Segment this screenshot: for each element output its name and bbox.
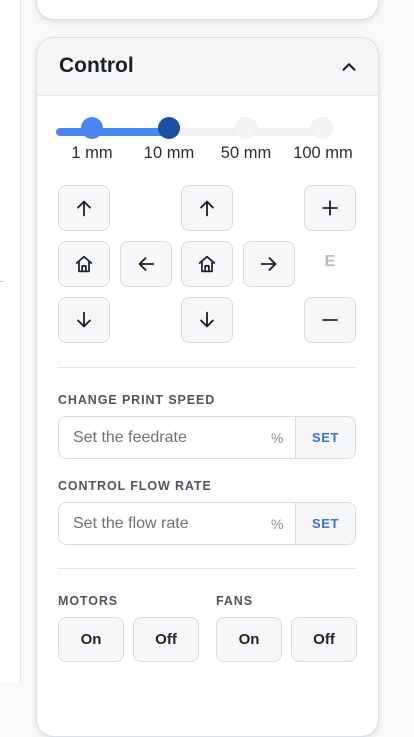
feedrate-unit: % bbox=[271, 429, 284, 446]
divider bbox=[58, 367, 356, 368]
left-rail bbox=[0, 0, 21, 683]
z-down-button[interactable] bbox=[181, 297, 233, 343]
set-flow-rate-button[interactable]: SET bbox=[295, 503, 355, 544]
fans-on-button[interactable]: On bbox=[216, 617, 282, 662]
slider-fill bbox=[56, 128, 169, 136]
print-speed-group: % SET bbox=[58, 416, 356, 459]
divider bbox=[58, 568, 356, 569]
arrow-up-icon bbox=[200, 200, 214, 217]
distance-label-50mm: 50 mm bbox=[220, 144, 272, 162]
arrow-right-icon bbox=[260, 257, 277, 271]
distance-stop-100mm[interactable] bbox=[311, 117, 333, 139]
y-up-button[interactable] bbox=[58, 185, 110, 231]
distance-label-1mm: 1 mm bbox=[71, 144, 113, 162]
arrow-down-icon bbox=[77, 311, 91, 328]
print-speed-label: CHANGE PRINT SPEED bbox=[58, 393, 216, 407]
home-icon bbox=[198, 255, 216, 273]
fans-off-button[interactable]: Off bbox=[291, 617, 357, 662]
feedrate-input[interactable] bbox=[59, 417, 271, 458]
xy-home-button[interactable] bbox=[58, 241, 110, 287]
motors-on-button[interactable]: On bbox=[58, 617, 124, 662]
extrude-minus-button[interactable] bbox=[304, 297, 356, 343]
previous-card bbox=[36, 0, 379, 20]
arrow-left-icon bbox=[138, 257, 155, 271]
x-right-button[interactable] bbox=[243, 241, 295, 287]
flow-rate-unit: % bbox=[271, 515, 284, 532]
distance-label-10mm: 10 mm bbox=[143, 144, 195, 162]
arrow-down-icon bbox=[200, 311, 214, 328]
flow-rate-label: CONTROL FLOW RATE bbox=[58, 479, 212, 493]
y-down-button[interactable] bbox=[58, 297, 110, 343]
flow-rate-input[interactable] bbox=[59, 503, 271, 544]
plus-icon bbox=[322, 200, 338, 216]
fans-label: FANS bbox=[216, 594, 253, 608]
arrow-up-icon bbox=[77, 200, 91, 217]
chevron-up-icon[interactable] bbox=[338, 56, 360, 78]
flow-rate-group: % SET bbox=[58, 502, 356, 545]
rail-tick bbox=[0, 281, 4, 282]
set-feedrate-button[interactable]: SET bbox=[295, 417, 355, 458]
control-title: Control bbox=[59, 54, 134, 77]
distance-label-100mm: 100 mm bbox=[293, 144, 353, 162]
z-up-button[interactable] bbox=[181, 185, 233, 231]
extrude-plus-button[interactable] bbox=[304, 185, 356, 231]
distance-stop-50mm[interactable] bbox=[235, 117, 257, 139]
extruder-label: E bbox=[324, 253, 336, 270]
distance-stop-10mm[interactable] bbox=[158, 117, 180, 139]
motors-off-button[interactable]: Off bbox=[133, 617, 199, 662]
motors-label: MOTORS bbox=[58, 594, 119, 608]
x-left-button[interactable] bbox=[120, 241, 172, 287]
control-card-header[interactable]: Control bbox=[37, 38, 378, 96]
distance-stop-1mm[interactable] bbox=[81, 117, 103, 139]
home-icon bbox=[75, 255, 93, 273]
minus-icon bbox=[322, 319, 338, 321]
z-home-button[interactable] bbox=[181, 241, 233, 287]
